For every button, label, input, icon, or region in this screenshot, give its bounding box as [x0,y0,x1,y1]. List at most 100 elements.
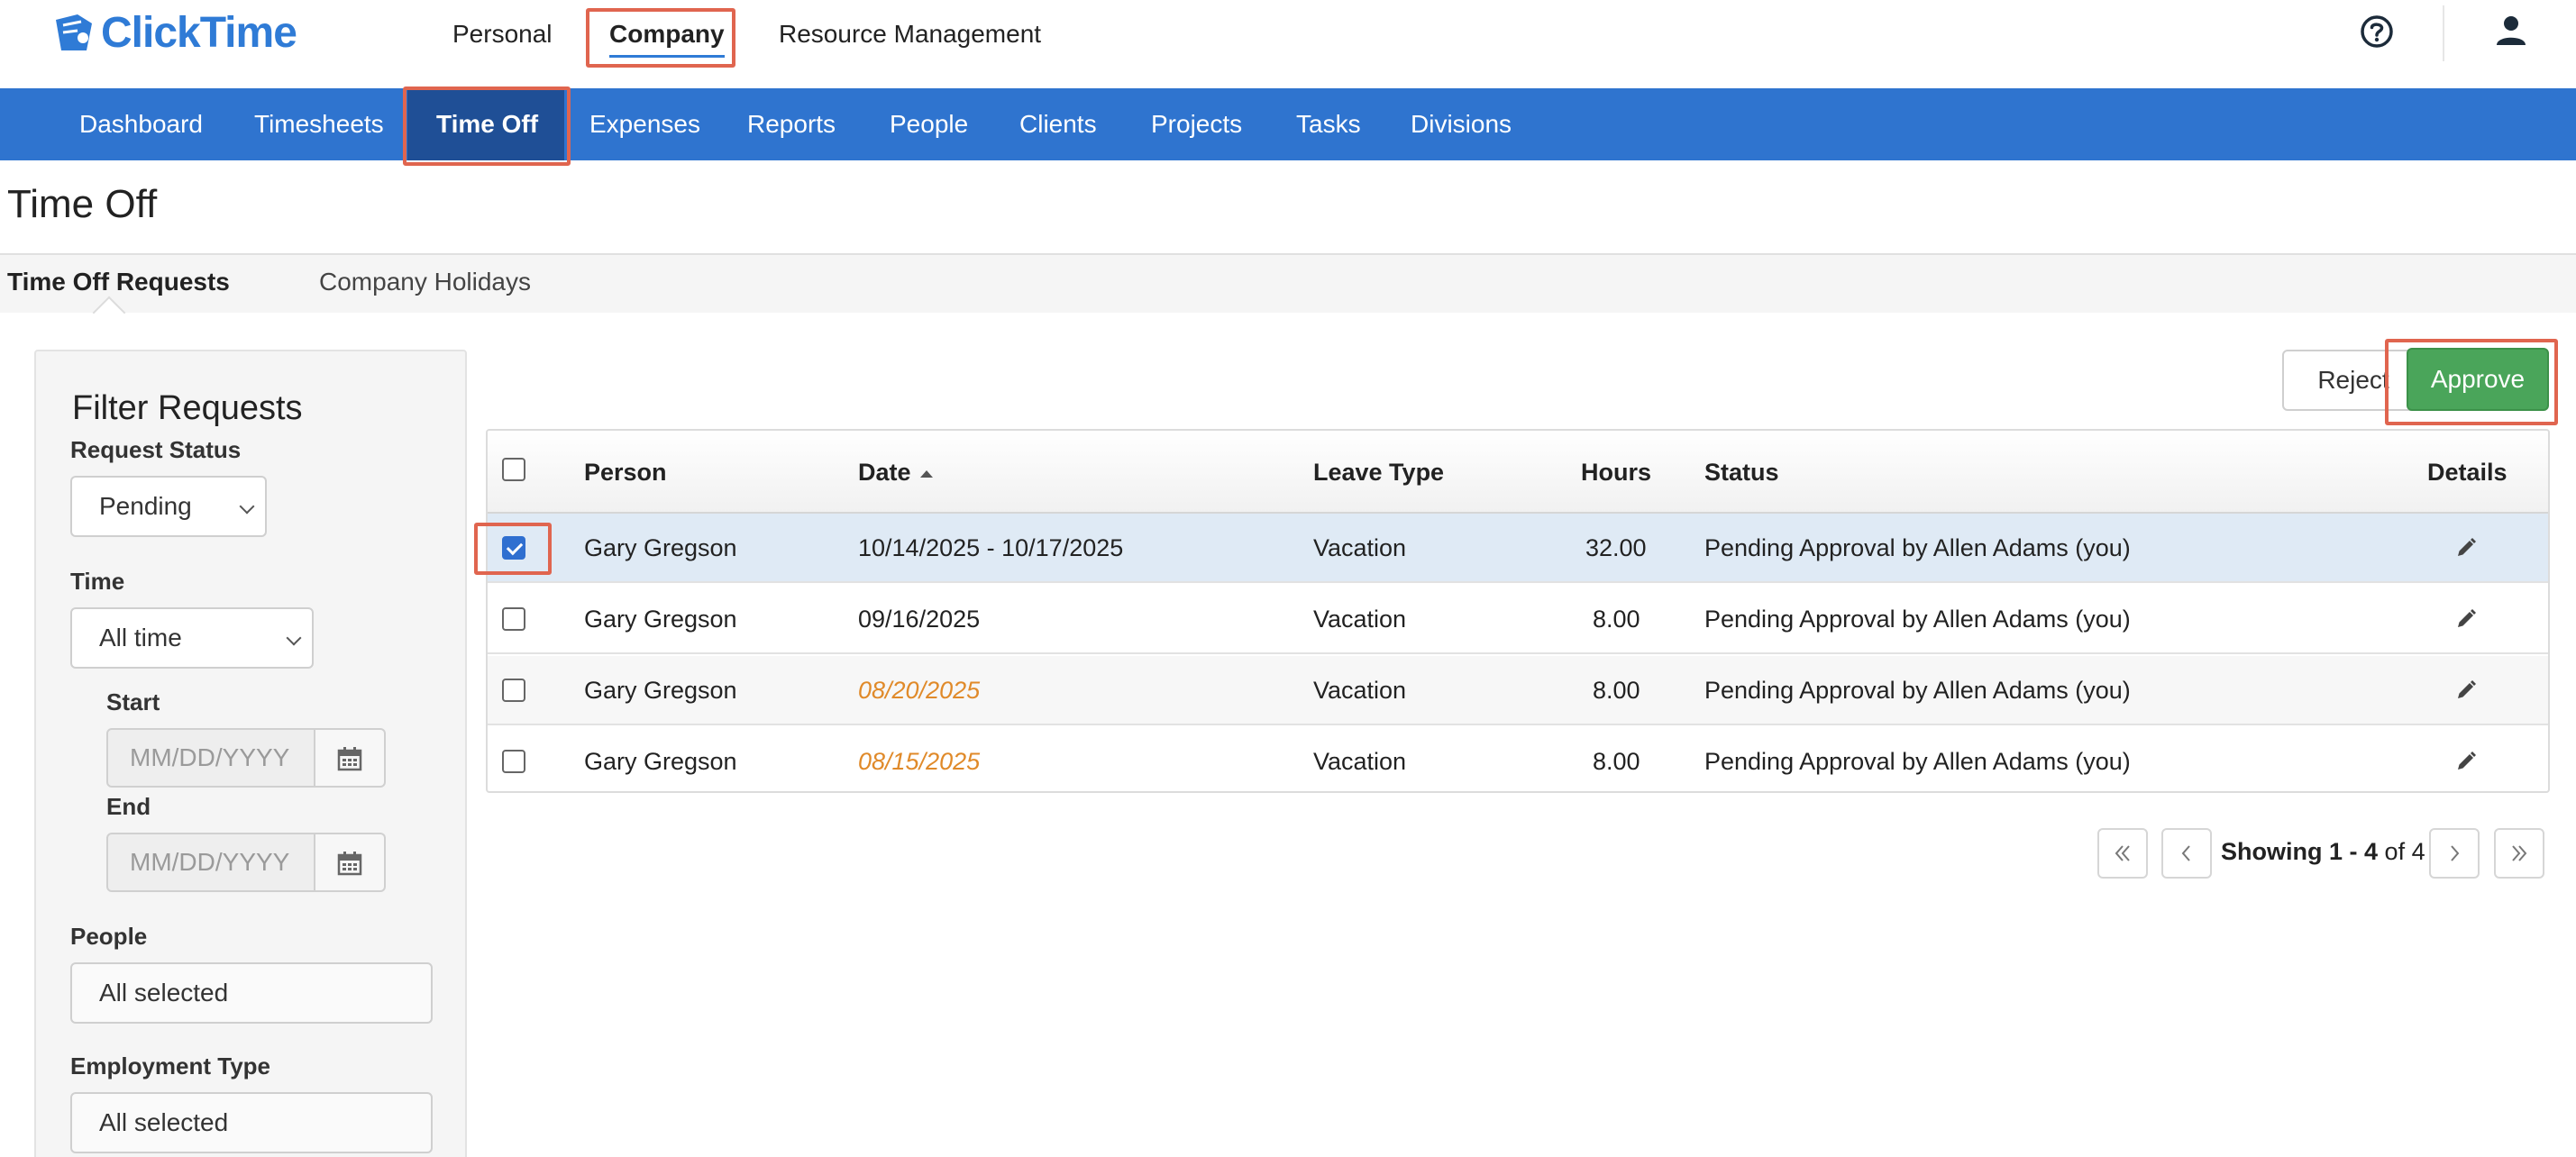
header-date[interactable]: Date [858,431,933,514]
end-date-input[interactable]: MM/DD/YYYY [106,833,315,892]
nav-people[interactable]: People [890,88,968,160]
request-status-value: Pending [99,492,192,520]
row-status: Pending Approval by Allen Adams (you) [1704,748,2131,775]
nav-divisions[interactable]: Divisions [1411,88,1512,160]
row-status: Pending Approval by Allen Adams (you) [1704,677,2131,704]
nav-clients[interactable]: Clients [1019,88,1097,160]
row-date-past: 08/20/2025 [858,677,981,704]
header-details: Details [2427,459,2507,486]
first-page-button[interactable] [2097,828,2148,879]
nav-expenses[interactable]: Expenses [589,88,700,160]
time-label: Time [70,568,125,595]
request-status-select[interactable]: Pending [70,476,267,537]
row-hours: 8.00 [1593,606,1640,633]
tab-time-off-requests[interactable]: Time Off Requests [7,268,230,296]
employment-type-select[interactable]: All selected [70,1092,433,1153]
top-bar: ClickTime Personal Company Resource Mana… [0,0,2576,88]
people-label: People [70,923,148,950]
calendar-icon [337,747,362,771]
nav-reports[interactable]: Reports [747,88,836,160]
topnav-resource-management[interactable]: Resource Management [779,16,1041,52]
tab-company-holidays[interactable]: Company Holidays [319,268,531,296]
pagination-summary: Showing 1 - 4 of 4 [2221,838,2425,866]
header-person[interactable]: Person [584,431,667,514]
row-person: Gary Gregson [584,748,737,775]
topnav-company[interactable]: Company [609,16,725,58]
row-status: Pending Approval by Allen Adams (you) [1704,606,2131,633]
pencil-icon[interactable] [2455,537,2477,559]
main-nav: Dashboard Timesheets Time Off Expenses R… [0,88,2576,160]
approve-button[interactable]: Approve [2407,348,2549,411]
time-off-table: Person Date Leave Type Hours Status Deta… [486,429,2550,793]
table-header: Person Date Leave Type Hours Status Deta… [488,431,2548,514]
double-chevron-left-icon [2115,845,2130,861]
row-leave-type: Vacation [1313,677,1407,704]
next-page-button[interactable] [2429,828,2480,879]
nav-tasks[interactable]: Tasks [1296,88,1361,160]
pencil-icon[interactable] [2455,608,2477,630]
start-calendar-button[interactable] [315,728,386,788]
row-date: 09/16/2025 [858,606,981,633]
row-status: Pending Approval by Allen Adams (you) [1704,534,2131,561]
row-person: Gary Gregson [584,677,737,704]
pencil-icon[interactable] [2455,679,2477,701]
clicktime-logo-icon [50,11,97,54]
user-icon[interactable] [2493,13,2529,49]
row-date-past: 08/15/2025 [858,748,981,775]
table-row[interactable]: Gary Gregson 08/15/2025 Vacation 8.00 Pe… [488,727,2548,791]
last-page-button[interactable] [2494,828,2544,879]
pencil-icon[interactable] [2455,751,2477,772]
previous-page-button[interactable] [2161,828,2212,879]
nav-timesheets[interactable]: Timesheets [254,88,384,160]
request-status-label: Request Status [70,436,242,463]
sort-ascending-icon [919,469,933,478]
pagination-showing-label: Showing [2221,838,2323,865]
help-icon[interactable] [2359,14,2395,50]
row-date: 10/14/2025 - 10/17/2025 [858,534,1124,561]
start-label: Start [106,688,160,715]
page-title: Time Off [7,182,158,226]
table-row[interactable]: Gary Gregson 08/20/2025 Vacation 8.00 Pe… [488,656,2548,725]
top-bar-divider [2443,5,2444,61]
end-calendar-button[interactable] [315,833,386,892]
sub-tabs: Time Off Requests Company Holidays [0,253,2576,313]
filter-panel: Filter Requests Request Status Pending T… [34,350,467,1157]
row-hours: 8.00 [1593,677,1640,704]
row-hours: 8.00 [1593,748,1640,775]
header-date-label: Date [858,459,911,486]
chevron-down-icon [286,630,302,646]
pagination-total: 4 [2411,838,2425,865]
time-value: All time [99,624,182,651]
chevron-down-icon [239,498,255,515]
row-leave-type: Vacation [1313,606,1407,633]
row-checkbox[interactable] [502,750,525,773]
logo-text: ClickTime [101,8,297,57]
nav-projects[interactable]: Projects [1151,88,1242,160]
reject-button[interactable]: Reject [2282,350,2425,411]
row-checkbox[interactable] [502,607,525,631]
nav-time-off[interactable]: Time Off [436,88,538,160]
start-date-input[interactable]: MM/DD/YYYY [106,728,315,788]
people-select[interactable]: All selected [70,962,433,1024]
time-select[interactable]: All time [70,607,314,669]
header-leave-type[interactable]: Leave Type [1313,431,1444,514]
topnav-personal[interactable]: Personal [452,16,553,52]
nav-dashboard[interactable]: Dashboard [79,88,203,160]
header-hours[interactable]: Hours [1581,431,1651,514]
row-person: Gary Gregson [584,534,737,561]
pagination-of-label: of [2384,838,2406,865]
row-leave-type: Vacation [1313,748,1407,775]
chevron-left-icon [2181,845,2190,861]
row-checkbox[interactable] [502,536,525,560]
header-status[interactable]: Status [1704,431,1779,514]
row-leave-type: Vacation [1313,534,1407,561]
row-hours: 32.00 [1585,534,1647,561]
clicktime-logo[interactable]: ClickTime [50,7,297,58]
table-row[interactable]: Gary Gregson 09/16/2025 Vacation 8.00 Pe… [488,585,2548,654]
chevron-right-icon [2451,845,2460,861]
filter-title: Filter Requests [72,389,303,427]
row-person: Gary Gregson [584,606,737,633]
row-checkbox[interactable] [502,679,525,702]
select-all-checkbox[interactable] [502,458,525,481]
table-row[interactable]: Gary Gregson 10/14/2025 - 10/17/2025 Vac… [488,514,2548,583]
